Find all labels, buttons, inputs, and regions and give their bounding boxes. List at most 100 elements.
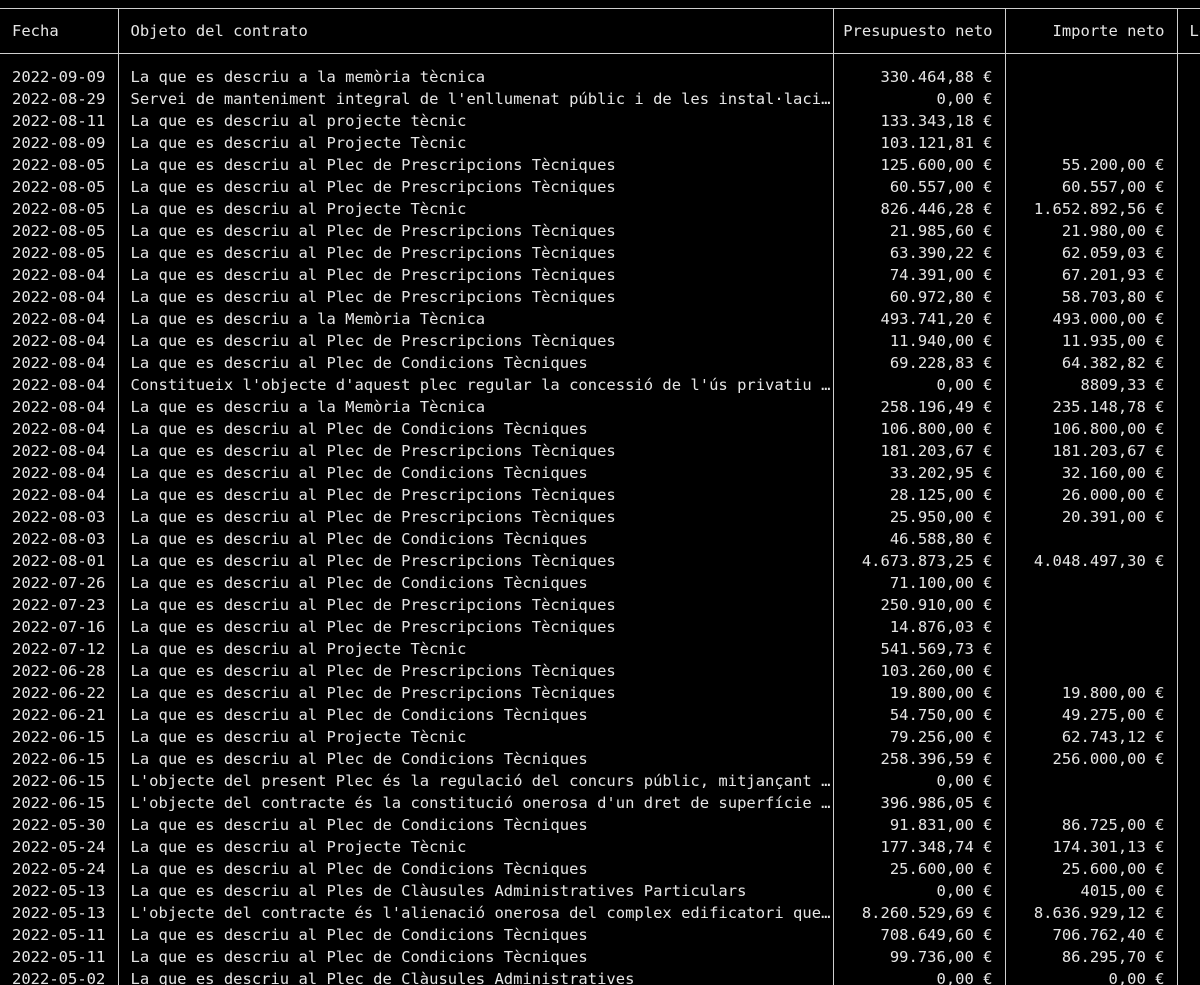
cell-importe: 706.762,40 € (1004, 924, 1178, 946)
cell-fecha: 2022-08-11 (0, 110, 119, 132)
table-row[interactable]: 2022-06-15 La que es descriu al Plec de C… (0, 748, 1200, 770)
cell-importe: 256.000,00 € (1004, 748, 1178, 770)
cell-presupuesto: 71.100,00 € (832, 572, 1006, 594)
cell-objeto: L'objecte del contracte és l'alienació o… (117, 902, 834, 924)
table-row[interactable]: 2022-08-05 La que es descriu al Plec de P… (0, 154, 1200, 176)
table-row[interactable]: 2022-08-04 La que es descriu al Plec de C… (0, 352, 1200, 374)
cell-truncated (1176, 880, 1200, 902)
table-row[interactable]: 2022-08-05 La que es descriu al Plec de P… (0, 176, 1200, 198)
cell-objeto: La que es descriu al Plec de Condicions … (117, 572, 834, 594)
column-header-presupuesto[interactable]: Presupuesto neto (832, 8, 1006, 54)
column-header-objeto[interactable]: Objeto del contrato (117, 8, 834, 54)
cell-objeto: La que es descriu al Plec de Prescripcio… (117, 242, 834, 264)
cell-presupuesto: 54.750,00 € (832, 704, 1006, 726)
table-row[interactable]: 2022-07-16 La que es descriu al Plec de P… (0, 616, 1200, 638)
cell-objeto: Constitueix l'objecte d'aquest plec regu… (117, 374, 834, 396)
cell-objeto: La que es descriu al Plec de Condicions … (117, 924, 834, 946)
cell-truncated (1176, 154, 1200, 176)
table-row[interactable]: 2022-08-04 La que es descriu a la Memòria… (0, 396, 1200, 418)
cell-fecha: 2022-08-04 (0, 462, 119, 484)
cell-truncated (1176, 242, 1200, 264)
table-row[interactable]: 2022-05-02 La que es descriu al Plec de C… (0, 968, 1200, 985)
table-row[interactable]: 2022-08-04 La que es descriu al Plec de C… (0, 418, 1200, 440)
cell-objeto: La que es descriu al Plec de Condicions … (117, 462, 834, 484)
cell-truncated (1176, 594, 1200, 616)
table-row[interactable]: 2022-08-04 La que es descriu al Plec de C… (0, 462, 1200, 484)
cell-truncated (1176, 440, 1200, 462)
cell-objeto: La que es descriu al Projecte Tècnic (117, 132, 834, 154)
cell-importe: 62.059,03 € (1004, 242, 1178, 264)
cell-importe: 86.295,70 € (1004, 946, 1178, 968)
cell-fecha: 2022-08-05 (0, 154, 119, 176)
table-row[interactable]: 2022-08-04 Constitueix l'objecte d'aquest… (0, 374, 1200, 396)
cell-fecha: 2022-08-04 (0, 330, 119, 352)
cell-importe: 32.160,00 € (1004, 462, 1178, 484)
cell-importe (1004, 528, 1178, 550)
table-row[interactable]: 2022-05-11 La que es descriu al Plec de C… (0, 924, 1200, 946)
table-row[interactable]: 2022-08-01 La que es descriu al Plec de P… (0, 550, 1200, 572)
cell-truncated (1176, 726, 1200, 748)
table-row[interactable]: 2022-05-13 La que es descriu al Ples de C… (0, 880, 1200, 902)
cell-presupuesto: 63.390,22 € (832, 242, 1006, 264)
table-row[interactable]: 2022-08-29 Servei de manteniment integral… (0, 88, 1200, 110)
table-row[interactable]: 2022-08-04 La que es descriu al Plec de P… (0, 264, 1200, 286)
table-row[interactable]: 2022-08-04 La que es descriu al Plec de P… (0, 484, 1200, 506)
table-row[interactable]: 2022-07-12 La que es descriu al Projecte … (0, 638, 1200, 660)
cell-fecha: 2022-06-28 (0, 660, 119, 682)
table-row[interactable]: 2022-08-04 La que es descriu al Plec de P… (0, 286, 1200, 308)
contracts-table: Fecha Objeto del contrato Presupuesto ne… (0, 8, 1200, 985)
table-row[interactable]: 2022-05-13 L'objecte del contracte és l'a… (0, 902, 1200, 924)
cell-objeto: La que es descriu al Projecte Tècnic (117, 198, 834, 220)
cell-objeto: La que es descriu al Plec de Clàusules A… (117, 968, 834, 985)
cell-fecha: 2022-07-23 (0, 594, 119, 616)
cell-importe (1004, 638, 1178, 660)
table-row[interactable]: 2022-06-15 La que es descriu al Projecte … (0, 726, 1200, 748)
table-row[interactable]: 2022-05-30 La que es descriu al Plec de C… (0, 814, 1200, 836)
cell-objeto: La que es descriu al Plec de Condicions … (117, 704, 834, 726)
cell-truncated (1176, 836, 1200, 858)
table-row[interactable]: 2022-08-03 La que es descriu al Plec de P… (0, 506, 1200, 528)
table-row[interactable]: 2022-09-09 La que es descriu a la memòria… (0, 66, 1200, 88)
table-row[interactable]: 2022-05-24 La que es descriu al Projecte … (0, 836, 1200, 858)
table-row[interactable]: 2022-06-22 La que es descriu al Plec de P… (0, 682, 1200, 704)
table-row[interactable]: 2022-08-05 La que es descriu al Plec de P… (0, 242, 1200, 264)
cell-presupuesto: 69.228,83 € (832, 352, 1006, 374)
table-row[interactable]: 2022-08-05 La que es descriu al Plec de P… (0, 220, 1200, 242)
table-row[interactable]: 2022-08-04 La que es descriu al Plec de P… (0, 330, 1200, 352)
table-row[interactable]: 2022-06-21 La que es descriu al Plec de C… (0, 704, 1200, 726)
table-row[interactable]: 2022-07-23 La que es descriu al Plec de P… (0, 594, 1200, 616)
table-row[interactable]: 2022-06-15 L'objecte del contracte és la … (0, 792, 1200, 814)
cell-objeto: La que es descriu al projecte tècnic (117, 110, 834, 132)
cell-presupuesto: 25.600,00 € (832, 858, 1006, 880)
table-row[interactable]: 2022-08-09 La que es descriu al Projecte … (0, 132, 1200, 154)
table-row[interactable]: 2022-06-15 L'objecte del present Plec és … (0, 770, 1200, 792)
table-row[interactable]: 2022-08-04 La que es descriu al Plec de P… (0, 440, 1200, 462)
column-header-truncated[interactable]: Lo (1176, 8, 1200, 54)
cell-truncated (1176, 352, 1200, 374)
table-row[interactable]: 2022-06-28 La que es descriu al Plec de P… (0, 660, 1200, 682)
cell-importe: 21.980,00 € (1004, 220, 1178, 242)
cell-fecha: 2022-08-05 (0, 242, 119, 264)
table-row[interactable]: 2022-08-11 La que es descriu al projecte … (0, 110, 1200, 132)
table-row[interactable]: 2022-07-26 La que es descriu al Plec de C… (0, 572, 1200, 594)
cell-objeto: La que es descriu al Plec de Prescripcio… (117, 484, 834, 506)
cell-presupuesto: 396.986,05 € (832, 792, 1006, 814)
table-row[interactable]: 2022-05-11 La que es descriu al Plec de C… (0, 946, 1200, 968)
column-header-importe[interactable]: Importe neto (1004, 8, 1178, 54)
table-row[interactable]: 2022-08-03 La que es descriu al Plec de C… (0, 528, 1200, 550)
cell-importe (1004, 660, 1178, 682)
cell-importe (1004, 110, 1178, 132)
cell-fecha: 2022-08-04 (0, 352, 119, 374)
cell-objeto: La que es descriu al Plec de Prescripcio… (117, 616, 834, 638)
table-row[interactable]: 2022-08-04 La que es descriu a la Memòria… (0, 308, 1200, 330)
cell-presupuesto: 106.800,00 € (832, 418, 1006, 440)
cell-truncated (1176, 858, 1200, 880)
cell-truncated (1176, 308, 1200, 330)
table-row[interactable]: 2022-05-24 La que es descriu al Plec de C… (0, 858, 1200, 880)
cell-fecha: 2022-09-09 (0, 66, 119, 88)
cell-truncated (1176, 704, 1200, 726)
table-row[interactable]: 2022-08-05 La que es descriu al Projecte … (0, 198, 1200, 220)
cell-presupuesto: 4.673.873,25 € (832, 550, 1006, 572)
cell-truncated (1176, 110, 1200, 132)
column-header-fecha[interactable]: Fecha (0, 8, 119, 54)
